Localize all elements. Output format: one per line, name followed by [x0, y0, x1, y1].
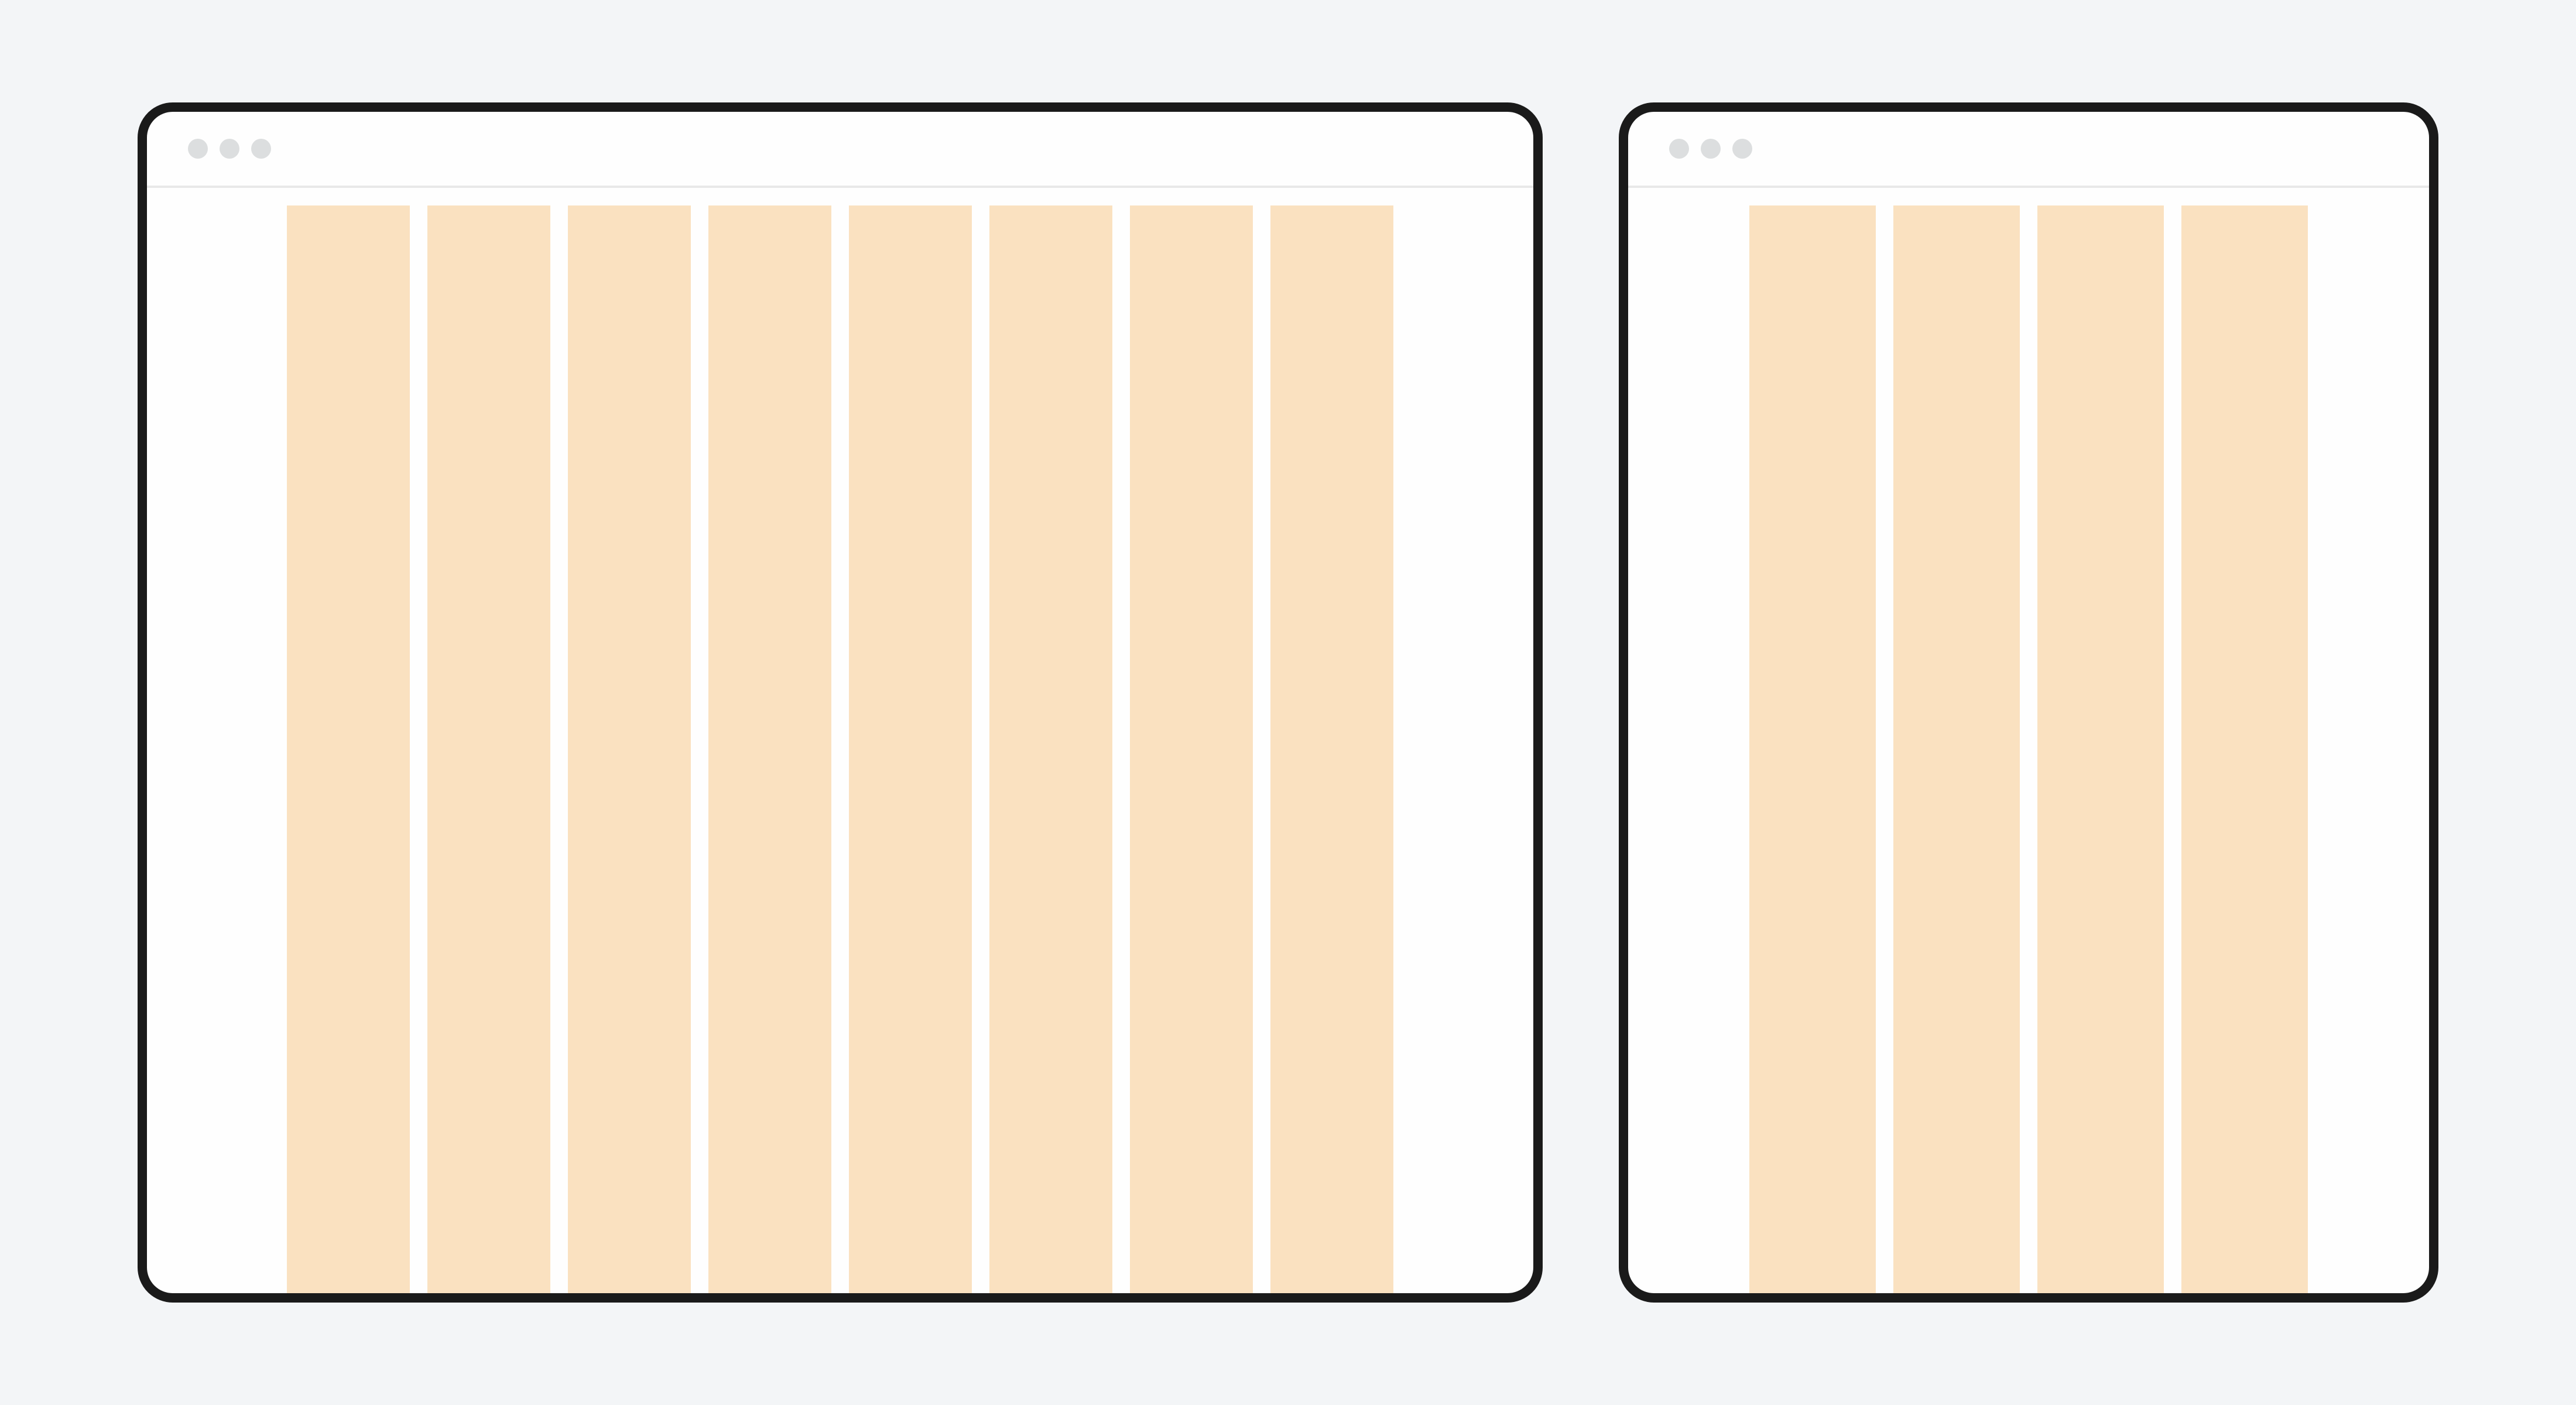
browser-window-small	[1619, 102, 2438, 1303]
titlebar	[1628, 112, 2429, 188]
grid-column	[989, 205, 1112, 1293]
grid-column	[1270, 205, 1393, 1293]
grid-column	[287, 205, 410, 1293]
grid-column	[1130, 205, 1253, 1293]
minimize-icon[interactable]	[1701, 139, 1721, 159]
grid-column	[2037, 205, 2164, 1293]
grid-column	[427, 205, 550, 1293]
grid-column	[849, 205, 972, 1293]
traffic-lights	[1669, 139, 1752, 159]
titlebar	[147, 112, 1533, 188]
content-area	[1628, 188, 2429, 1293]
columns-container-large	[287, 205, 1393, 1293]
minimize-icon[interactable]	[220, 139, 239, 159]
grid-column	[708, 205, 831, 1293]
columns-container-small	[1749, 205, 2308, 1293]
grid-column	[568, 205, 691, 1293]
maximize-icon[interactable]	[251, 139, 271, 159]
close-icon[interactable]	[188, 139, 208, 159]
grid-column	[1893, 205, 2020, 1293]
content-area	[147, 188, 1533, 1293]
grid-column	[2181, 205, 2308, 1293]
browser-window-large	[138, 102, 1543, 1303]
traffic-lights	[188, 139, 271, 159]
close-icon[interactable]	[1669, 139, 1689, 159]
maximize-icon[interactable]	[1732, 139, 1752, 159]
grid-column	[1749, 205, 1876, 1293]
